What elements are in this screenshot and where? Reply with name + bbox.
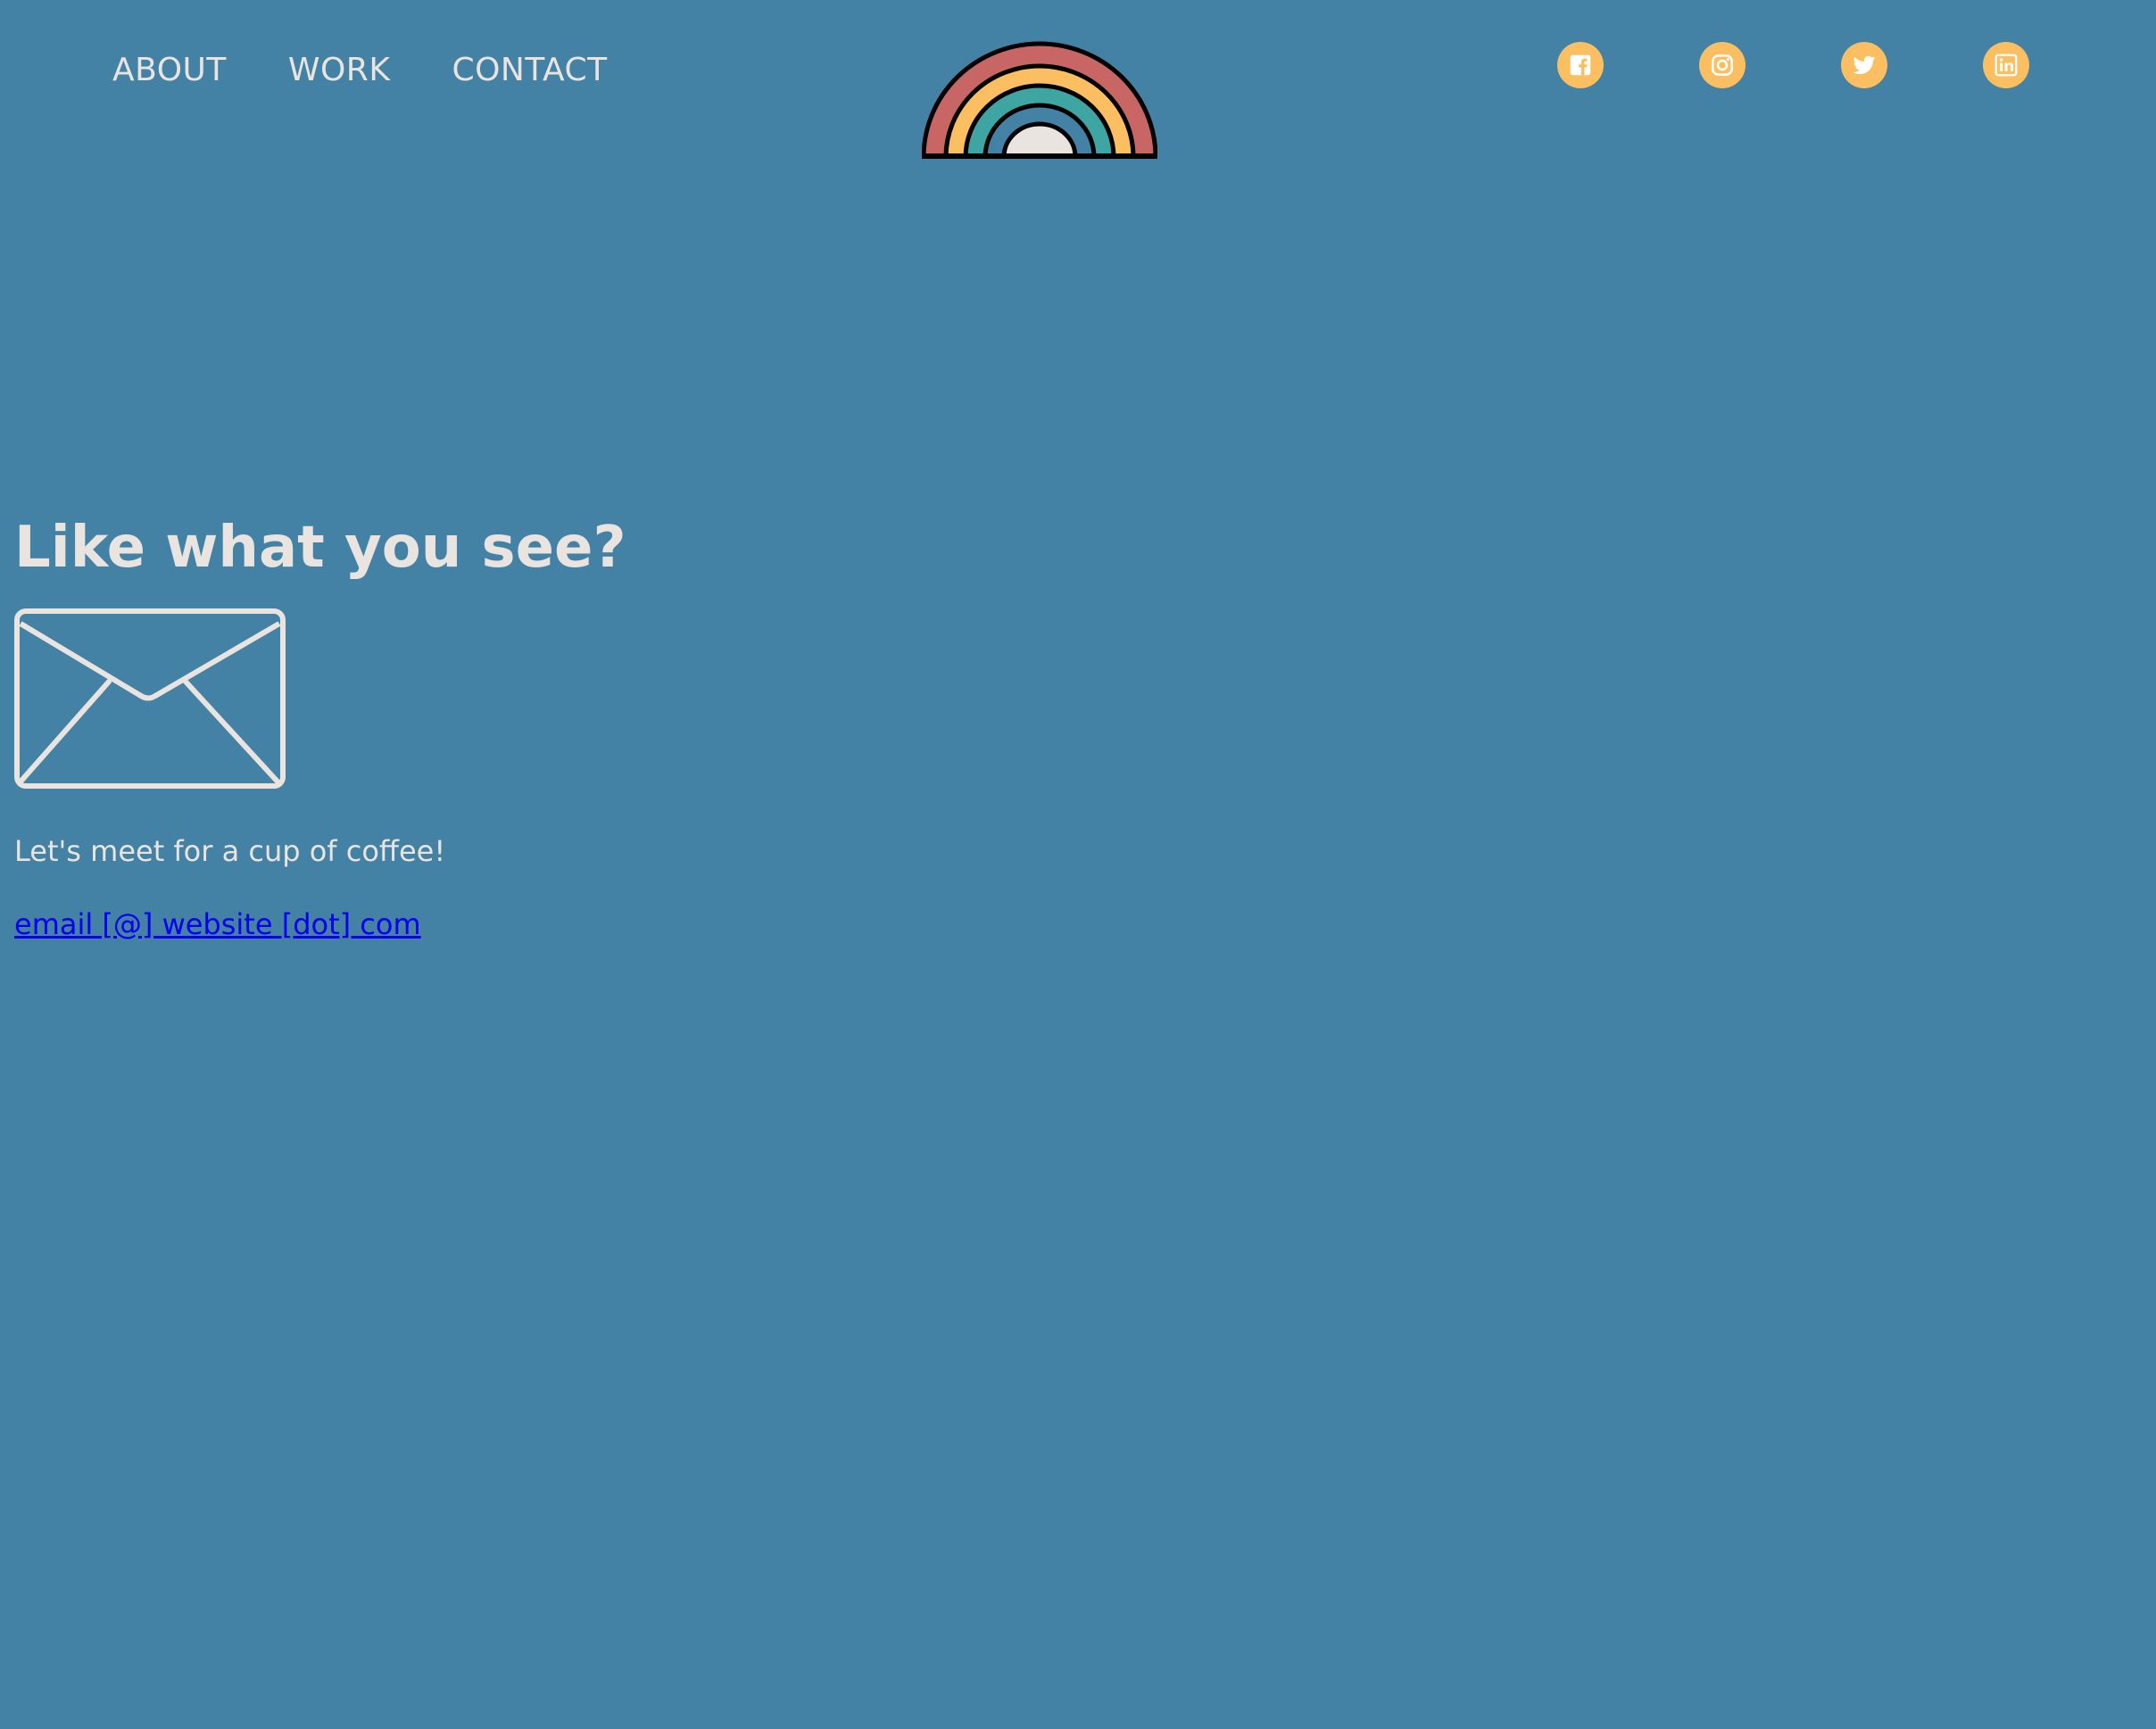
page-title: Like what you see? <box>14 515 626 581</box>
contact-section: Like what you see? Let's meet for a cup … <box>14 509 626 944</box>
facebook-button[interactable] <box>1557 42 1604 88</box>
linkedin-icon <box>1994 54 2018 77</box>
nav-link-about[interactable]: ABOUT <box>112 48 227 93</box>
nav-link-work[interactable]: WORK <box>288 48 391 93</box>
facebook-icon <box>1570 54 1591 76</box>
tagline-text: Let's meet for a cup of coffee! <box>14 834 446 868</box>
twitter-icon <box>1853 55 1876 74</box>
linkedin-button[interactable] <box>1983 42 2029 88</box>
rainbow-logo-icon[interactable] <box>922 29 1157 159</box>
email-link[interactable]: email [@] website [dot] com <box>14 905 421 944</box>
twitter-button[interactable] <box>1841 42 1887 88</box>
main-nav: ABOUT WORK CONTACT <box>112 48 608 93</box>
nav-link-contact[interactable]: CONTACT <box>452 48 607 93</box>
instagram-icon <box>1712 54 1733 76</box>
social-links <box>1557 42 2029 88</box>
envelope-icon <box>14 608 286 789</box>
instagram-button[interactable] <box>1699 42 1746 88</box>
